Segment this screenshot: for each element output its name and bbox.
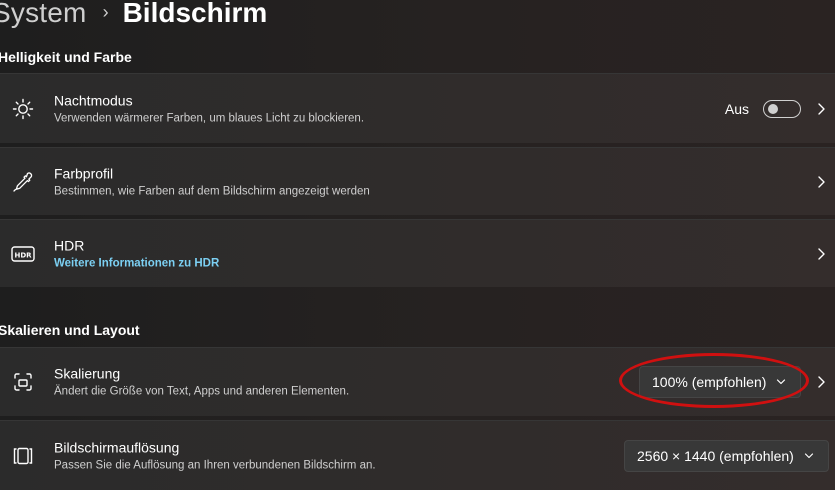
- hdr-info-link[interactable]: Weitere Informationen zu HDR: [54, 255, 219, 271]
- chevron-right-icon: [818, 247, 825, 260]
- toggle-knob: [768, 103, 778, 114]
- scale-icon: [10, 369, 36, 395]
- chevron-right-icon: [818, 175, 825, 188]
- night-mode-toggle-label: Aus: [724, 100, 749, 117]
- chevron-right-icon: [818, 102, 825, 115]
- scaling-dropdown[interactable]: 100% (empfohlen): [639, 366, 801, 398]
- resolution-description: Passen Sie die Auflösung an Ihren verbun…: [54, 459, 376, 471]
- resolution-row[interactable]: Bildschirmauflösung Passen Sie die Auflö…: [0, 420, 835, 490]
- hdr-icon: HDR: [10, 241, 36, 267]
- scaling-description: Ändert die Größe von Text, Apps und ande…: [54, 385, 350, 398]
- resolution-title: Bildschirmauflösung: [54, 439, 180, 455]
- night-mode-toggle[interactable]: [763, 99, 801, 118]
- scaling-row[interactable]: Skalierung Ändert die Größe von Text, Ap…: [0, 347, 835, 416]
- chevron-right-icon: [818, 376, 825, 388]
- breadcrumb: System › Bildschirm: [0, 0, 267, 32]
- hdr-title: HDR: [54, 237, 85, 253]
- scaling-dropdown-value: 100% (empfohlen): [652, 374, 767, 390]
- section-title-brightness-color: Helligkeit und Farbe: [0, 49, 132, 65]
- section-title-scale-layout: Skalieren und Layout: [0, 322, 140, 338]
- breadcrumb-separator: ›: [102, 1, 109, 22]
- chevron-down-icon: [776, 379, 786, 385]
- color-profile-description: Bestimmen, wie Farben auf dem Bildschirm…: [54, 185, 370, 197]
- resolution-icon: [10, 443, 36, 469]
- night-mode-title: Nachtmodus: [54, 92, 133, 108]
- svg-text:HDR: HDR: [14, 251, 32, 259]
- chevron-down-icon: [804, 452, 814, 458]
- eyedropper-icon: [10, 169, 36, 195]
- page-title: Bildschirm: [122, 0, 268, 28]
- breadcrumb-system-link[interactable]: System: [0, 0, 87, 29]
- color-profile-row[interactable]: Farbprofil Bestimmen, wie Farben auf dem…: [0, 147, 835, 215]
- night-mode-row[interactable]: Nachtmodus Verwenden wärmerer Farben, um…: [0, 73, 835, 143]
- display-settings-page: System › Bildschirm Helligkeit und Farbe: [0, 0, 835, 490]
- resolution-dropdown-value: 2560 × 1440 (empfohlen): [637, 447, 794, 464]
- night-mode-description: Verwenden wärmerer Farben, um blaues Lic…: [54, 112, 365, 124]
- brightness-icon: [10, 96, 36, 122]
- scaling-title: Skalierung: [54, 365, 121, 382]
- resolution-dropdown[interactable]: 2560 × 1440 (empfohlen): [624, 439, 829, 472]
- color-profile-title: Farbprofil: [54, 165, 114, 181]
- hdr-row[interactable]: HDR HDR Weitere Informationen zu HDR: [0, 219, 835, 287]
